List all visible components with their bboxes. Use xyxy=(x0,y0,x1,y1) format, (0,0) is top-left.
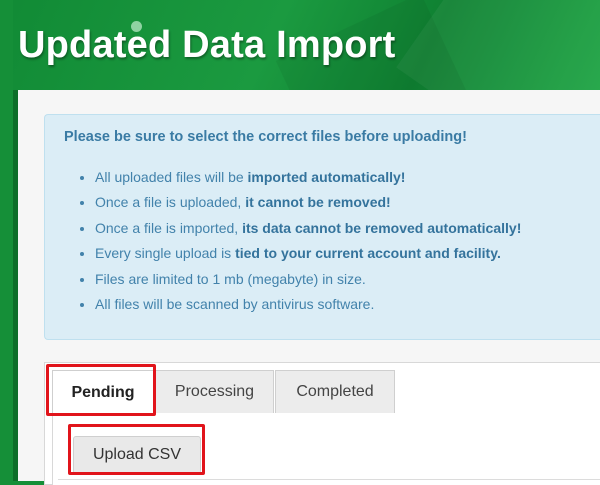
highlight-box-pending-tab xyxy=(46,364,156,416)
notice-item: Once a file is imported, its data cannot… xyxy=(95,216,521,241)
info-alert: Please be sure to select the correct fil… xyxy=(44,114,600,340)
frame-left-border xyxy=(0,0,13,485)
page-title: Updated Data Import xyxy=(18,24,396,66)
notice-list: All uploaded files will be imported auto… xyxy=(45,165,521,317)
alert-heading: Please be sure to select the correct fil… xyxy=(64,129,467,145)
notice-item: Once a file is uploaded, it cannot be re… xyxy=(95,190,521,215)
notice-item: All uploaded files will be imported auto… xyxy=(95,165,521,190)
notice-item: Files are limited to 1 mb (megabyte) in … xyxy=(95,267,521,292)
notice-item: Every single upload is tied to your curr… xyxy=(95,241,521,266)
highlight-box-upload-button xyxy=(68,424,205,475)
tab-completed[interactable]: Completed xyxy=(275,370,395,413)
notice-item: All files will be scanned by antivirus s… xyxy=(95,292,521,317)
page-header: Updated Data Import xyxy=(0,0,600,96)
tab-processing[interactable]: Processing xyxy=(155,370,274,413)
table-divider xyxy=(58,479,600,480)
